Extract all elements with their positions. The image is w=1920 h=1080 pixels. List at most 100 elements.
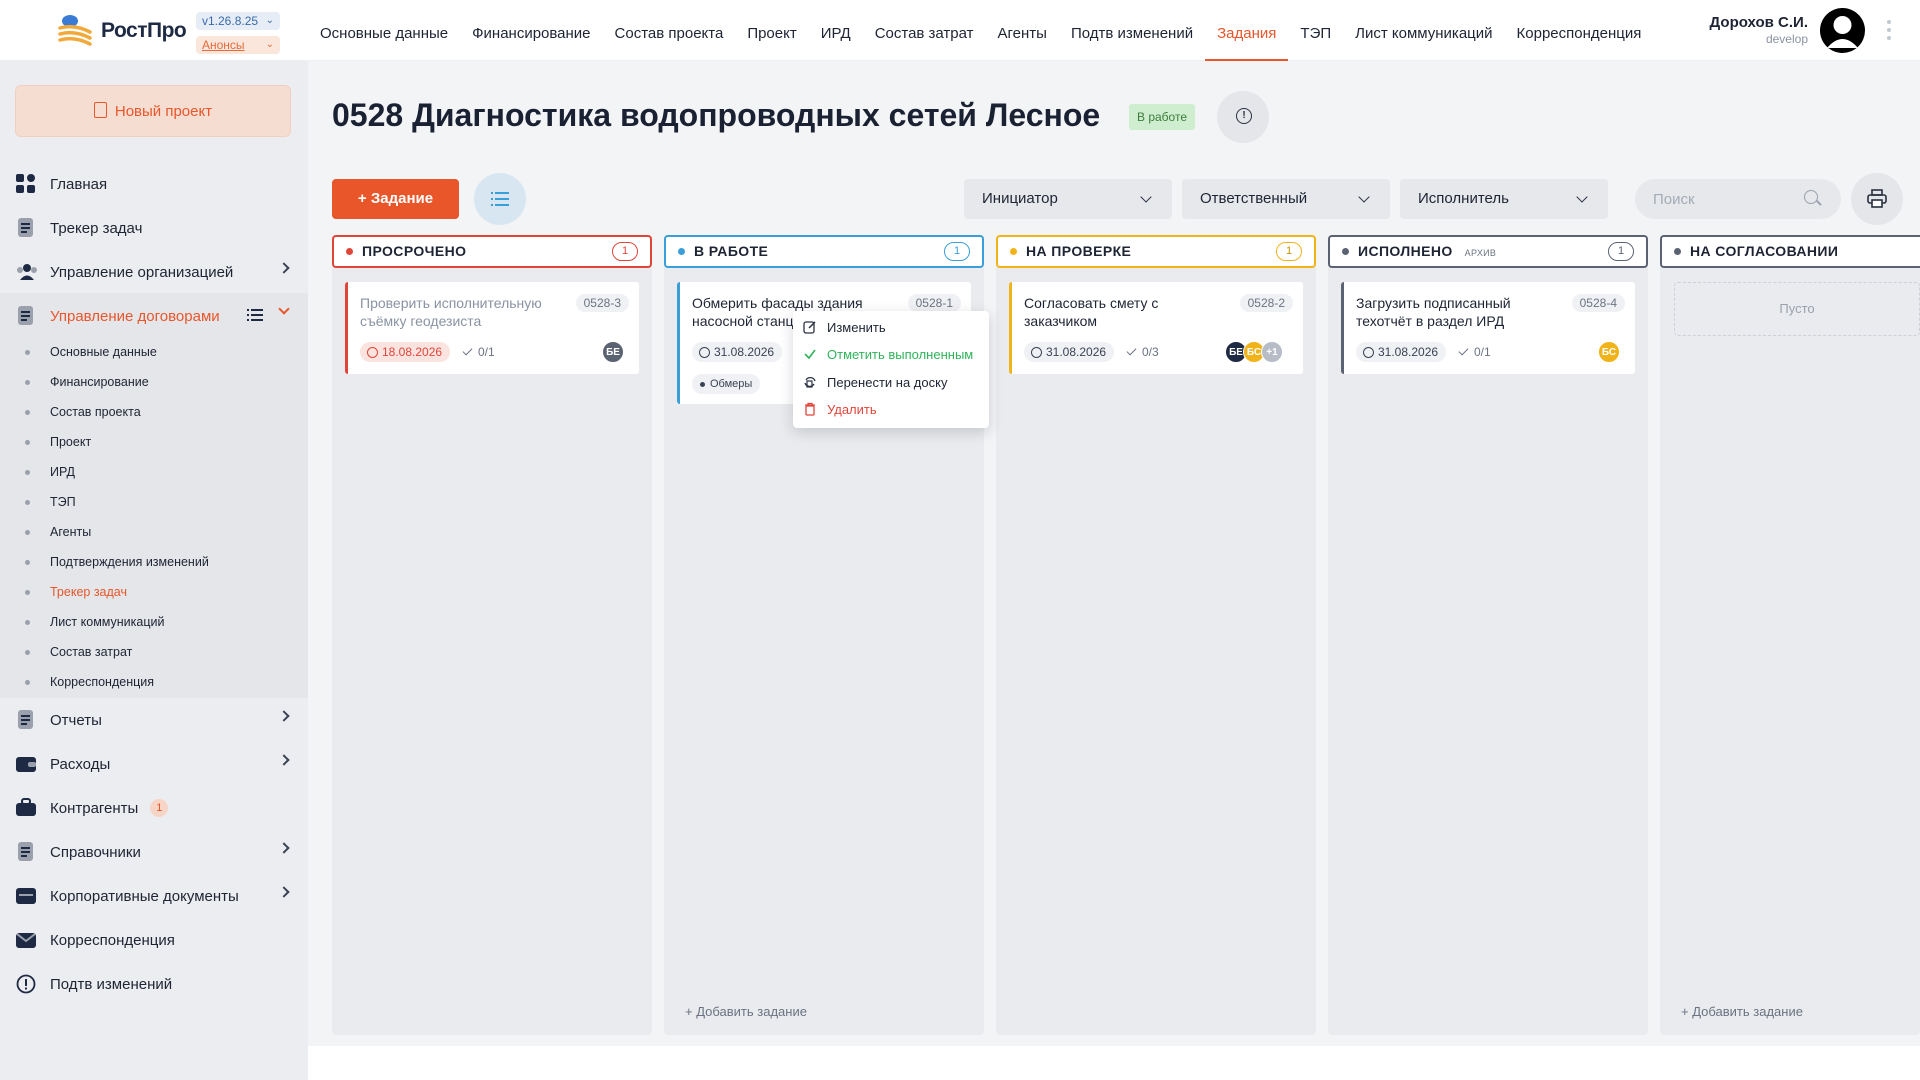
sidebar-sub-ird[interactable]: ИРД xyxy=(25,462,75,482)
initiator-filter[interactable]: Инициатор xyxy=(964,179,1172,219)
column-header-approval[interactable]: НА СОГЛАСОВАНИИ xyxy=(1660,235,1920,268)
sidebar-item-label: Корпоративные документы xyxy=(50,887,239,905)
menu-item-delete[interactable]: Удалить xyxy=(827,402,877,417)
task-card[interactable]: Загрузить подписанный техотчёт в раздел … xyxy=(1341,282,1635,374)
sidebar-item-task-tracker[interactable]: Трекер задач xyxy=(0,208,308,248)
sidebar-sub-financing[interactable]: Финансирование xyxy=(25,372,149,392)
version-dropdown[interactable]: v1.26.8.25 ⌄ xyxy=(196,12,280,30)
task-code: 0528-3 xyxy=(575,294,629,312)
executor-filter[interactable]: Исполнитель xyxy=(1400,179,1608,219)
sidebar-sub-task-tracker[interactable]: Трекер задач xyxy=(25,582,127,602)
assignee-avatar[interactable]: БС xyxy=(1598,341,1620,363)
sidebar-sub-project-composition[interactable]: Состав проекта xyxy=(25,402,141,422)
menu-item-move-to-board[interactable]: Перенести на доску xyxy=(827,375,947,390)
add-task-button[interactable]: + Задание xyxy=(332,179,459,219)
checklist-count: 0/1 xyxy=(1460,342,1491,362)
sidebar-sub-agents[interactable]: Агенты xyxy=(24,522,91,542)
task-card[interactable]: Согласовать смету с заказчиком 0528-2 31… xyxy=(1009,282,1303,374)
user-avatar[interactable] xyxy=(1820,8,1865,53)
list-icon xyxy=(491,192,509,206)
sidebar-item-label: Отчеты xyxy=(50,711,102,729)
nav-tab-communications[interactable]: Лист коммуникаций xyxy=(1343,0,1504,61)
sidebar-sub-project[interactable]: Проект xyxy=(24,432,91,452)
nav-tab-costs[interactable]: Состав затрат xyxy=(863,0,986,61)
sidebar-item-label: Управление организацией xyxy=(50,263,234,281)
column-header-done[interactable]: ИСПОЛНЕНО АРХИВ 1 xyxy=(1328,235,1648,268)
grid-icon xyxy=(16,174,36,194)
task-code: 0528-1 xyxy=(907,294,961,312)
sidebar-item-correspondence[interactable]: Корреспонденция xyxy=(0,920,308,960)
nav-tab-change-confirmations[interactable]: Подтв изменений xyxy=(1059,0,1205,61)
column-count-badge: 1 xyxy=(944,242,970,261)
chevron-down-icon xyxy=(1140,191,1152,203)
checklist-count: 0/3 xyxy=(1128,342,1159,362)
column-header-review[interactable]: НА ПРОВЕРКЕ 1 xyxy=(996,235,1316,268)
more-menu-icon[interactable] xyxy=(1887,20,1893,44)
book-icon xyxy=(16,842,36,862)
sidebar-item-label: Корреспонденция xyxy=(50,931,175,949)
sidebar-sub-main-data[interactable]: Основные данные xyxy=(25,342,157,362)
sidebar-sub-costs[interactable]: Состав затрат xyxy=(24,642,132,662)
sidebar-item-label: Справочники xyxy=(50,843,141,861)
briefcase-icon xyxy=(16,798,36,818)
search-icon[interactable] xyxy=(1804,190,1818,204)
task-title: Проверить исполнительную съёмку геодезис… xyxy=(360,295,542,329)
nav-tab-main-data[interactable]: Основные данные xyxy=(308,0,460,61)
responsible-filter[interactable]: Ответственный xyxy=(1182,179,1390,219)
sidebar-sub-tep[interactable]: ТЭП xyxy=(25,492,76,512)
announcements-dropdown[interactable]: Анонсы ⌄ xyxy=(196,36,280,54)
sidebar-item-label: Расходы xyxy=(50,755,111,773)
document-plus-icon xyxy=(93,102,107,118)
more-assignees-badge[interactable]: +1 xyxy=(1261,341,1283,363)
nav-tab-agents[interactable]: Агенты xyxy=(986,0,1059,61)
filter-label: Исполнитель xyxy=(1418,190,1509,207)
due-date-badge: 31.08.2026 xyxy=(692,342,783,362)
contract-icon xyxy=(16,306,36,326)
chevron-right-icon xyxy=(278,886,290,898)
column-header-in-progress[interactable]: В РАБОТЕ 1 xyxy=(664,235,984,268)
task-card[interactable]: Проверить исполнительную съёмку геодезис… xyxy=(345,282,639,374)
sidebar-item-directories[interactable]: Справочники xyxy=(0,832,308,872)
sidebar-item-reports[interactable]: Отчеты xyxy=(0,700,308,740)
nav-tab-project[interactable]: Проект xyxy=(735,0,808,61)
sidebar-sub-communications[interactable]: Лист коммуникаций xyxy=(24,612,164,632)
print-button[interactable] xyxy=(1851,173,1903,225)
sidebar-item-change-confirmations[interactable]: Подтв изменений xyxy=(0,964,308,1004)
column-title: ПРОСРОЧЕНО xyxy=(362,243,467,259)
mail-icon xyxy=(16,930,36,950)
sidebar-item-label: Трекер задач xyxy=(50,219,143,237)
nav-tab-tep[interactable]: ТЭП xyxy=(1288,0,1343,61)
nav-tab-ird[interactable]: ИРД xyxy=(809,0,863,61)
nav-tab-tasks[interactable]: Задания xyxy=(1205,0,1289,61)
sidebar-item-counterparties[interactable]: Контрагенты 1 xyxy=(0,788,308,828)
column-header-overdue[interactable]: ПРОСРОЧЕНО 1 xyxy=(332,235,652,268)
sidebar-sub-change-confirmations[interactable]: Подтверждения изменений xyxy=(25,552,209,572)
menu-item-edit[interactable]: Изменить xyxy=(827,320,886,335)
column-title: НА ПРОВЕРКЕ xyxy=(1026,243,1132,259)
report-icon xyxy=(16,710,36,730)
sidebar-item-contracts[interactable]: Управление договорами xyxy=(0,296,308,336)
nav-tab-correspondence[interactable]: Корреспонденция xyxy=(1505,0,1654,61)
add-task-in-column-button[interactable]: + Добавить задание xyxy=(685,1004,807,1019)
nav-tab-financing[interactable]: Финансирование xyxy=(460,0,602,61)
chevron-down-icon xyxy=(1358,191,1370,203)
nav-tab-project-composition[interactable]: Состав проекта xyxy=(603,0,736,61)
menu-item-mark-done[interactable]: Отметить выполненным xyxy=(827,347,973,362)
sidebar-item-expenses[interactable]: Расходы xyxy=(0,744,308,784)
list-icon[interactable] xyxy=(247,308,263,322)
logo[interactable]: РостПро xyxy=(56,10,187,52)
assignee-avatar[interactable]: БЕ xyxy=(602,341,624,363)
new-project-label: Новый проект xyxy=(114,103,213,120)
sidebar-sub-correspondence[interactable]: Корреспонденция xyxy=(24,672,154,692)
version-label: v1.26.8.25 xyxy=(202,14,259,28)
new-project-button[interactable]: Новый проект xyxy=(15,85,291,137)
add-task-in-column-button[interactable]: + Добавить задание xyxy=(1681,1004,1803,1019)
sidebar-item-organization[interactable]: Управление организацией xyxy=(0,252,308,292)
sidebar-item-corporate-documents[interactable]: Корпоративные документы xyxy=(0,876,308,916)
status-dot xyxy=(678,248,685,255)
list-view-button[interactable] xyxy=(474,173,526,225)
sidebar-item-home[interactable]: Главная xyxy=(0,164,308,204)
nav-tabs: Основные данные Финансирование Состав пр… xyxy=(308,0,1653,61)
info-button[interactable] xyxy=(1217,91,1269,143)
archive-link[interactable]: АРХИВ xyxy=(1465,248,1497,258)
